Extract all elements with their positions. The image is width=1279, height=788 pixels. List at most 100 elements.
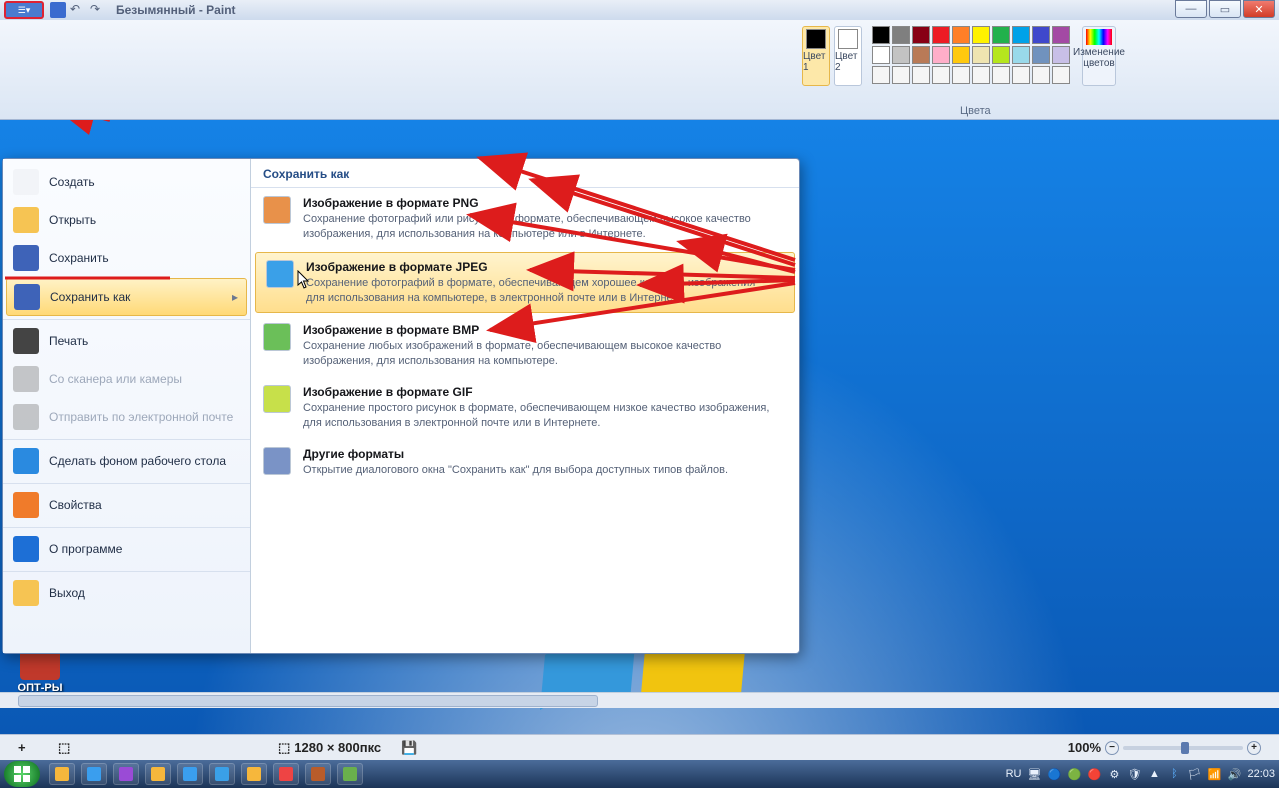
- taskbar-task-button[interactable]: [209, 763, 235, 785]
- format-option[interactable]: Другие форматыОткрытие диалогового окна …: [251, 439, 799, 486]
- palette-swatch[interactable]: [872, 26, 890, 44]
- window-minimize-button[interactable]: —: [1175, 0, 1207, 18]
- scrollbar-thumb[interactable]: [18, 695, 598, 707]
- canvas-dimensions: 1280 × 800пкс: [294, 740, 381, 755]
- app-menu-button[interactable]: ☰▾: [4, 1, 44, 19]
- file-menu-right-pane: Сохранить как Изображение в формате PNGС…: [251, 159, 799, 653]
- palette-swatch[interactable]: [932, 26, 950, 44]
- palette-swatch[interactable]: [992, 46, 1010, 64]
- palette-swatch[interactable]: [872, 46, 890, 64]
- tray-icon[interactable]: ⚙: [1107, 767, 1121, 781]
- palette-swatch[interactable]: [912, 26, 930, 44]
- tray-icon[interactable]: 🔵: [1047, 767, 1061, 781]
- menu-item-exit[interactable]: Выход: [3, 571, 250, 612]
- format-option[interactable]: Изображение в формате JPEGСохранение фот…: [255, 252, 795, 314]
- palette-swatch[interactable]: [1032, 26, 1050, 44]
- format-description: Сохранение простого рисунок в формате, о…: [303, 401, 773, 431]
- taskbar-task-button[interactable]: [81, 763, 107, 785]
- menu-item-save-as[interactable]: Сохранить как: [6, 278, 247, 316]
- tray-flag-icon[interactable]: 🏳: [1187, 767, 1201, 781]
- palette-swatch[interactable]: [952, 26, 970, 44]
- horizontal-scrollbar[interactable]: [0, 692, 1279, 708]
- format-description: Открытие диалогового окна "Сохранить как…: [303, 463, 728, 478]
- palette-swatch[interactable]: [1012, 46, 1030, 64]
- task-icon: [279, 767, 293, 781]
- palette-swatch[interactable]: [932, 46, 950, 64]
- menu-item-open[interactable]: Открыть: [3, 201, 250, 239]
- taskbar-task-button[interactable]: [113, 763, 139, 785]
- taskbar-task-button[interactable]: [145, 763, 171, 785]
- palette-swatch[interactable]: [1012, 26, 1030, 44]
- language-indicator[interactable]: RU: [1006, 768, 1022, 780]
- tray-network-icon[interactable]: 📶: [1207, 767, 1221, 781]
- menu-item-desktop[interactable]: Сделать фоном рабочего стола: [3, 439, 250, 480]
- taskbar-task-button[interactable]: [177, 763, 203, 785]
- qat-redo-icon[interactable]: ↷: [90, 2, 106, 18]
- taskbar-task-button[interactable]: [49, 763, 75, 785]
- zoom-out-button[interactable]: −: [1105, 741, 1119, 755]
- palette-swatch[interactable]: [992, 66, 1010, 84]
- palette-swatch[interactable]: [972, 26, 990, 44]
- palette-swatch[interactable]: [1032, 46, 1050, 64]
- menu-item-check[interactable]: Свойства: [3, 483, 250, 524]
- save-as-header: Сохранить как: [251, 159, 799, 188]
- palette-swatch[interactable]: [952, 66, 970, 84]
- qat-save-icon[interactable]: [50, 2, 66, 18]
- start-button[interactable]: [4, 761, 40, 787]
- palette-swatch[interactable]: [1032, 66, 1050, 84]
- palette-swatch[interactable]: [1052, 46, 1070, 64]
- color-2-selector[interactable]: Цвет 2: [834, 26, 862, 86]
- menu-item-save[interactable]: Сохранить: [3, 239, 250, 277]
- menu-item-info[interactable]: О программе: [3, 527, 250, 568]
- zoom-slider-thumb[interactable]: [1181, 742, 1189, 754]
- palette-swatch[interactable]: [1012, 66, 1030, 84]
- edit-colors-button[interactable]: Изменение цветов: [1082, 26, 1116, 86]
- qat-undo-icon[interactable]: ↶: [70, 2, 86, 18]
- taskbar-task-button[interactable]: [337, 763, 363, 785]
- edit-colors-label: Изменение цветов: [1073, 47, 1125, 69]
- taskbar-task-button[interactable]: [305, 763, 331, 785]
- task-icon: [151, 767, 165, 781]
- tray-icon[interactable]: ▲: [1147, 767, 1161, 781]
- format-option[interactable]: Изображение в формате GIFСохранение прос…: [251, 377, 799, 439]
- window-maximize-button[interactable]: ▭: [1209, 0, 1241, 18]
- color-1-selector[interactable]: Цвет 1: [802, 26, 830, 86]
- palette-swatch[interactable]: [932, 66, 950, 84]
- palette-swatch[interactable]: [1052, 66, 1070, 84]
- menu-item-mail: Отправить по электронной почте: [3, 398, 250, 436]
- tray-icon[interactable]: 🔴: [1087, 767, 1101, 781]
- tray-volume-icon[interactable]: 🔊: [1227, 767, 1241, 781]
- format-option[interactable]: Изображение в формате PNGСохранение фото…: [251, 188, 799, 250]
- tray-icon[interactable]: 🖥: [1027, 767, 1041, 781]
- system-tray: RU 🖥 🔵 🟢 🔴 ⚙ 🛡 ▲ ᛒ 🏳 📶 🔊 22:03: [1006, 767, 1275, 781]
- menu-item-print[interactable]: Печать: [3, 319, 250, 360]
- zoom-slider[interactable]: [1123, 746, 1243, 750]
- palette-swatch[interactable]: [912, 46, 930, 64]
- palette-swatch[interactable]: [972, 66, 990, 84]
- format-option[interactable]: Изображение в формате BMPСохранение любы…: [251, 315, 799, 377]
- palette-swatch[interactable]: [892, 46, 910, 64]
- palette-swatch[interactable]: [892, 26, 910, 44]
- palette-swatch[interactable]: [972, 46, 990, 64]
- tray-icon[interactable]: 🛡: [1127, 767, 1141, 781]
- zoom-in-button[interactable]: +: [1247, 741, 1261, 755]
- window-close-button[interactable]: ✕: [1243, 0, 1275, 18]
- disk-icon: 💾: [401, 740, 417, 756]
- menu-item-label: Открыть: [49, 213, 96, 227]
- format-title: Изображение в формате PNG: [303, 196, 773, 210]
- taskbar-task-button[interactable]: [273, 763, 299, 785]
- palette-swatch[interactable]: [872, 66, 890, 84]
- exit-icon: [13, 580, 39, 606]
- taskbar-task-button[interactable]: [241, 763, 267, 785]
- palette-swatch[interactable]: [1052, 26, 1070, 44]
- tray-icon[interactable]: 🟢: [1067, 767, 1081, 781]
- menu-item-new[interactable]: Создать: [3, 163, 250, 201]
- palette-swatch[interactable]: [892, 66, 910, 84]
- clock[interactable]: 22:03: [1247, 768, 1275, 780]
- canvas-area[interactable]: КОНВ...ОПТ-РЫ СоздатьОткрытьСохранитьСох…: [0, 120, 1279, 734]
- tray-bluetooth-icon[interactable]: ᛒ: [1167, 767, 1181, 781]
- color-1-swatch: [806, 29, 826, 49]
- palette-swatch[interactable]: [912, 66, 930, 84]
- palette-swatch[interactable]: [952, 46, 970, 64]
- palette-swatch[interactable]: [992, 26, 1010, 44]
